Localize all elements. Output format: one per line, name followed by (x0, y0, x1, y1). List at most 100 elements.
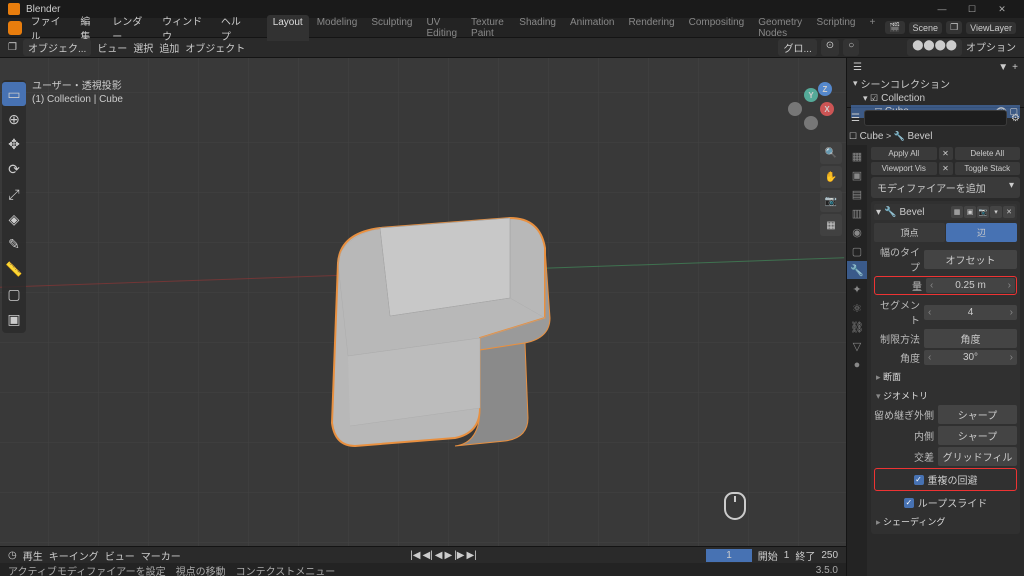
scene-name[interactable]: Scene (909, 22, 943, 34)
tab-constraints[interactable]: ⛓ (847, 318, 867, 336)
snap-icon[interactable]: ⊙ (821, 39, 839, 56)
crumb-obj[interactable]: Cube (860, 131, 884, 142)
miter-out-value[interactable]: シャープ (938, 405, 1017, 424)
tab-render[interactable]: ▦ (847, 147, 867, 165)
tab-object[interactable]: ▢ (847, 242, 867, 260)
tool-select[interactable]: ▭ (2, 82, 26, 106)
pan-icon[interactable]: ✋ (820, 166, 842, 188)
realtime-icon[interactable]: ▣ (964, 206, 976, 218)
axis-x-icon[interactable]: X (820, 102, 834, 116)
mode-select[interactable]: オブジェク... (23, 39, 91, 56)
tab-data[interactable]: ▽ (847, 337, 867, 355)
outliner-icon[interactable]: ☰ (853, 62, 862, 73)
new-collection-icon[interactable]: + (1012, 62, 1018, 73)
persp-icon[interactable]: ▦ (820, 214, 842, 236)
mesh-object[interactable] (320, 198, 600, 478)
proportional-icon[interactable]: ○ (843, 39, 859, 56)
tab-scene[interactable]: ▥ (847, 204, 867, 222)
keying-menu[interactable]: キーイング (49, 548, 99, 563)
shading-icon[interactable]: ⬤⬤⬤⬤ (907, 39, 962, 56)
delete-all-button[interactable]: Delete All (955, 147, 1021, 160)
playback-menu[interactable]: 再生 (23, 548, 43, 563)
axis-neg2-icon[interactable] (804, 116, 818, 130)
loopslide-checkbox[interactable] (904, 498, 914, 508)
zoom-icon[interactable]: 🔍 (820, 142, 842, 164)
tool-cursor[interactable]: ⊕ (2, 107, 26, 131)
start-frame[interactable]: 1 (784, 550, 790, 561)
tab-layout[interactable]: Layout (267, 15, 309, 41)
options-icon[interactable]: ⚙ (1011, 113, 1020, 124)
add-menu[interactable]: 追加 (159, 40, 179, 55)
view-menu[interactable]: ビュー (97, 40, 127, 55)
angle-value[interactable]: 30° (924, 350, 1017, 365)
tool-scale[interactable]: ⤢ (2, 182, 26, 206)
viewport-vis-button[interactable]: Viewport Vis (871, 162, 937, 175)
tab-add[interactable]: + (863, 15, 881, 41)
marker-menu[interactable]: マーカー (141, 548, 181, 563)
apply-all-button[interactable]: Apply All (871, 147, 937, 160)
tool-measure[interactable]: 📏 (2, 257, 26, 281)
profile-section[interactable]: 断面 (874, 367, 1017, 386)
geometry-section[interactable]: ジオメトリ (874, 386, 1017, 405)
axis-neg-icon[interactable] (788, 102, 802, 116)
prev-key-icon[interactable]: ◀| (422, 550, 432, 561)
collection-row[interactable]: ▾ ☑ Collection (851, 92, 1020, 105)
affect-edge[interactable]: 辺 (946, 223, 1017, 242)
orientation-select[interactable]: グロ... (778, 39, 816, 56)
tab-texturepaint[interactable]: Texture Paint (465, 15, 511, 41)
tool-annotate[interactable]: ✎ (2, 232, 26, 256)
options-menu[interactable]: オプション (966, 39, 1016, 56)
tab-scripting[interactable]: Scripting (811, 15, 862, 41)
tab-animation[interactable]: Animation (564, 15, 620, 41)
toggle-x-icon[interactable]: ✕ (939, 162, 953, 175)
tab-output[interactable]: ▣ (847, 166, 867, 184)
viewport-3d[interactable]: ▭ ⊕ ✥ ⟳ ⤢ ◈ ✎ 📏 ▢ ▣ ユーザー・透視投影 (1) Collec… (0, 58, 846, 576)
nav-gizmo[interactable]: Y X Z (788, 88, 834, 134)
view-menu-tl[interactable]: ビュー (105, 548, 135, 563)
camera-icon[interactable]: 📷 (820, 190, 842, 212)
tab-particles[interactable]: ✦ (847, 280, 867, 298)
tool-addprim[interactable]: ▣ (2, 307, 26, 331)
seg-value[interactable]: 4 (924, 305, 1017, 320)
next-key-icon[interactable]: |▶ (454, 550, 464, 561)
tab-modeling[interactable]: Modeling (311, 15, 364, 41)
minimize-button[interactable]: ― (928, 1, 956, 17)
clamp-checkbox[interactable] (914, 475, 924, 485)
bevel-name[interactable]: Bevel (899, 207, 924, 218)
tab-viewlayer[interactable]: ▤ (847, 185, 867, 203)
intersect-value[interactable]: グリッドフィル (938, 447, 1017, 466)
tab-world[interactable]: ◉ (847, 223, 867, 241)
tab-rendering[interactable]: Rendering (622, 15, 680, 41)
filter-icon[interactable]: ▼ (998, 62, 1008, 73)
jump-end-icon[interactable]: ▶| (466, 550, 476, 561)
tool-addcube[interactable]: ▢ (2, 282, 26, 306)
render-vis-icon[interactable]: 📷 (977, 206, 989, 218)
tab-shading[interactable]: Shading (513, 15, 562, 41)
editor-type-icon[interactable]: ❐ (8, 42, 17, 53)
axis-z-icon[interactable]: Z (818, 82, 832, 96)
current-frame[interactable]: 1 (706, 549, 752, 562)
end-frame[interactable]: 250 (821, 550, 838, 561)
play-rev-icon[interactable]: ◀ (435, 550, 443, 561)
props-editor-icon[interactable]: ☰ (851, 113, 860, 124)
tab-sculpting[interactable]: Sculpting (365, 15, 418, 41)
axis-y-icon[interactable]: Y (804, 88, 818, 102)
width-type-value[interactable]: オフセット (924, 250, 1017, 269)
tab-compositing[interactable]: Compositing (683, 15, 751, 41)
maximize-button[interactable]: ☐ (958, 1, 986, 17)
toggle-stack-button[interactable]: Toggle Stack (955, 162, 1021, 175)
limit-value[interactable]: 角度 (924, 329, 1017, 348)
tab-material[interactable]: ● (847, 356, 867, 374)
extra-icon[interactable]: ▾ (990, 206, 1002, 218)
tab-uvediting[interactable]: UV Editing (420, 15, 463, 41)
close-mod-icon[interactable]: ✕ (1003, 206, 1015, 218)
timeline-editor-icon[interactable]: ◷ (8, 550, 17, 561)
tool-transform[interactable]: ◈ (2, 207, 26, 231)
viewlayer-name[interactable]: ViewLayer (966, 22, 1016, 34)
miter-in-value[interactable]: シャープ (938, 426, 1017, 445)
select-menu[interactable]: 選択 (133, 40, 153, 55)
tool-rotate[interactable]: ⟳ (2, 157, 26, 181)
tab-geomnodes[interactable]: Geometry Nodes (752, 15, 808, 41)
play-icon[interactable]: ▶ (444, 550, 452, 561)
object-menu[interactable]: オブジェクト (185, 40, 245, 55)
